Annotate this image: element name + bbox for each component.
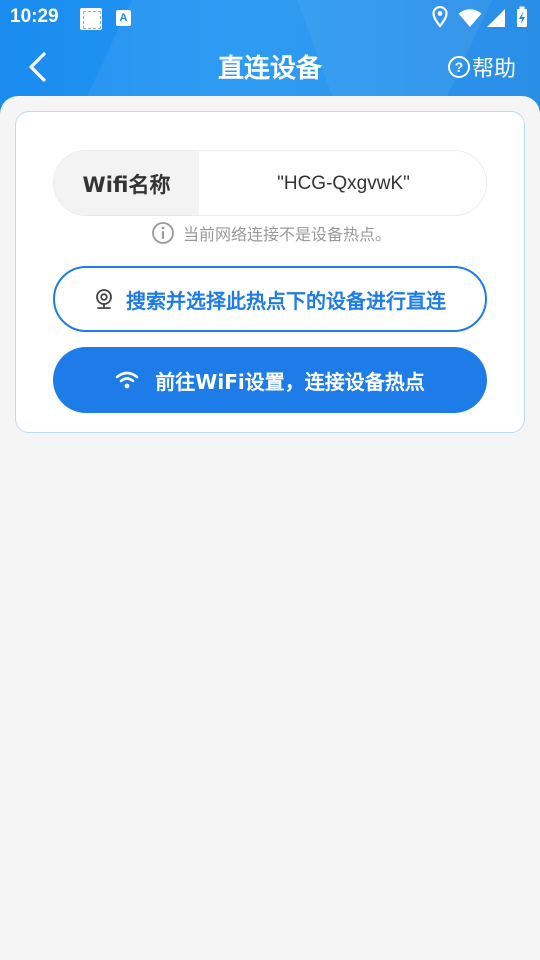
info-icon	[152, 222, 174, 244]
translate-a-icon: A	[116, 10, 131, 26]
wifi-name-value: "HCG-QxgvwK"	[277, 173, 410, 194]
search-device-button[interactable]: 搜索并选择此热点下的设备进行直连	[53, 266, 487, 332]
wifi-signal-icon	[458, 9, 482, 27]
network-hint: 当前网络连接不是设备热点。	[16, 220, 526, 246]
navigation-bar: 直连设备 ? 帮助	[0, 36, 540, 96]
webcam-icon	[96, 289, 112, 309]
wifi-icon	[115, 371, 139, 389]
wifi-settings-label: 前往WiFi设置，连接设备热点	[155, 369, 425, 394]
hint-text: 当前网络连接不是设备热点。	[182, 225, 391, 244]
wifi-settings-button[interactable]: 前往WiFi设置，连接设备热点	[53, 347, 487, 413]
battery-charging-icon	[517, 6, 527, 27]
direct-connect-card: Wifi名称 "HCG-QxgvwK" 当前网络连接不是设备热点。 搜索并选择此…	[15, 111, 525, 433]
wifi-name-label: Wifi名称	[54, 151, 199, 215]
location-icon	[432, 6, 448, 28]
search-device-label: 搜索并选择此热点下的设备进行直连	[126, 288, 446, 313]
status-time: 10:29	[10, 6, 59, 27]
wifi-name-field: Wifi名称 "HCG-QxgvwK"	[53, 150, 487, 216]
image-placeholder-icon	[80, 8, 102, 30]
cell-signal-icon	[487, 9, 505, 27]
question-circle-icon: ?	[447, 56, 470, 78]
help-label: 帮助	[471, 57, 516, 82]
help-button[interactable]: ? 帮助	[447, 52, 516, 82]
status-bar: 10:29 A	[0, 0, 540, 36]
